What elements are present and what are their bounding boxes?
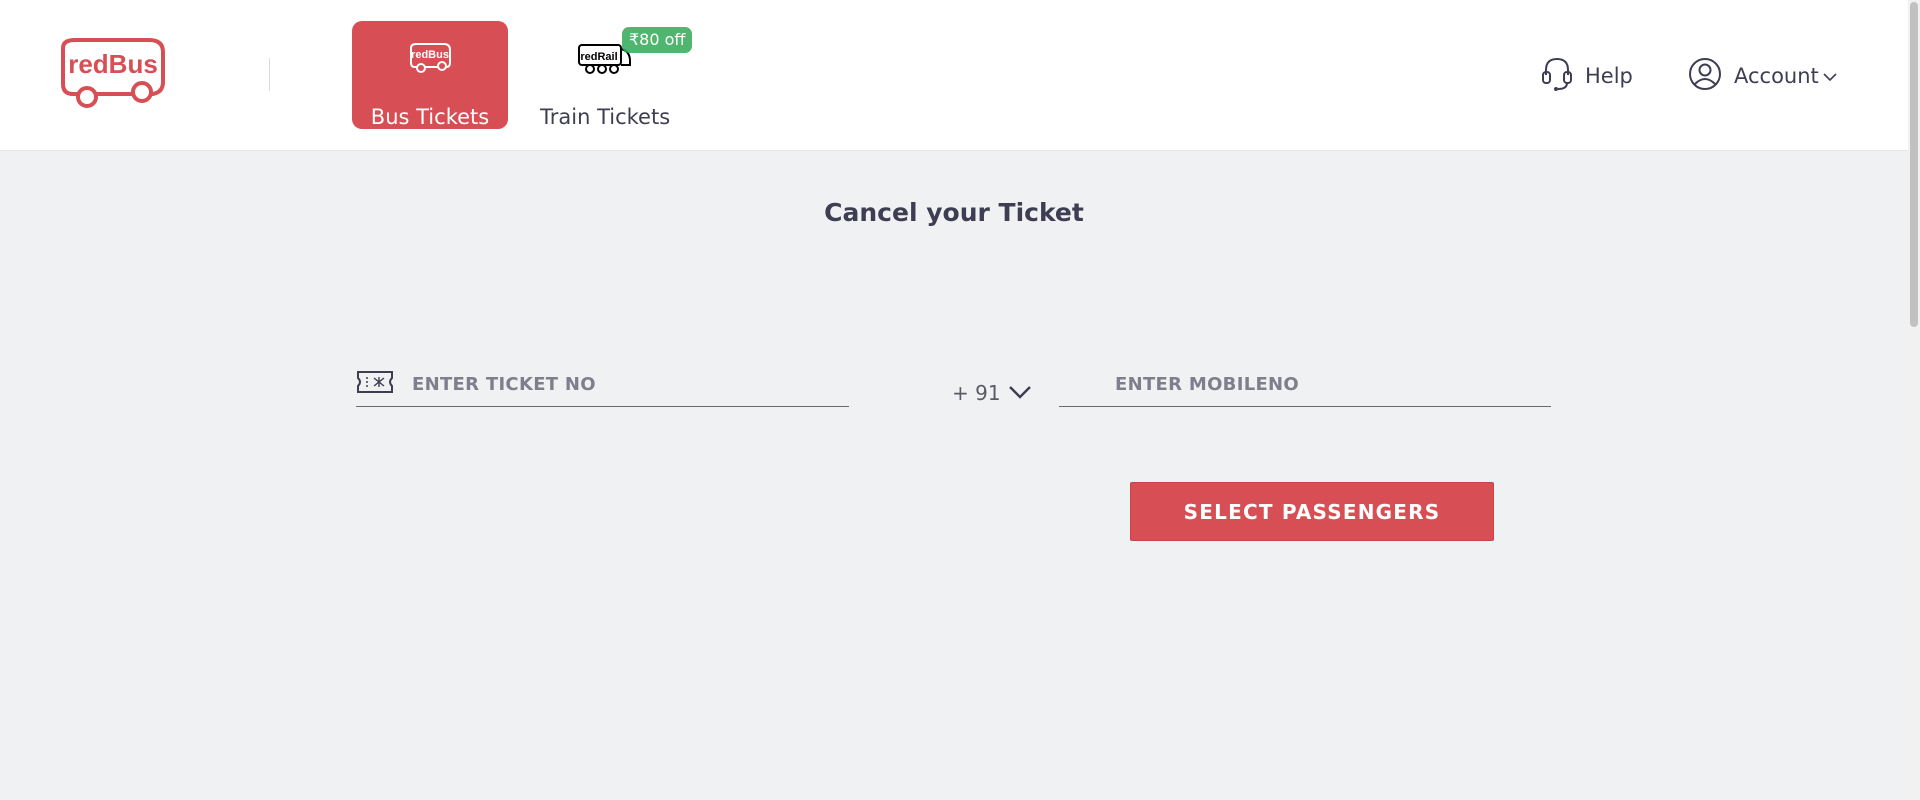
scrollbar-thumb[interactable] [1910, 2, 1918, 327]
ticket-number-field[interactable] [356, 362, 849, 407]
user-icon [1688, 57, 1722, 95]
country-code-value: + 91 [952, 381, 1001, 405]
header-divider [269, 58, 270, 91]
tab-bus-tickets-label: Bus Tickets [370, 105, 490, 129]
country-code-select[interactable]: + 91 [952, 378, 1031, 408]
ticket-icon [356, 370, 394, 398]
account-menu[interactable]: Account [1688, 58, 1837, 94]
mobile-number-field[interactable] [1059, 362, 1551, 407]
tab-train-tickets-label: Train Tickets [540, 105, 671, 129]
logo-text: redBus [68, 49, 158, 79]
account-label: Account [1734, 64, 1819, 88]
svg-text:redRail: redRail [580, 51, 617, 63]
bus-icon: redBus [406, 41, 454, 79]
tab-bus-tickets[interactable]: redBus Bus Tickets [352, 21, 508, 129]
top-header: redBus redBus Bus Tickets redRail ₹80 of… [0, 0, 1908, 151]
chevron-down-icon [1823, 67, 1837, 86]
train-offer-badge: ₹80 off [622, 27, 693, 53]
tab-train-tickets[interactable]: redRail ₹80 off Train Tickets [530, 21, 700, 129]
help-link[interactable]: Help [1541, 56, 1633, 96]
page-title: Cancel your Ticket [824, 198, 1084, 227]
help-label: Help [1585, 64, 1633, 88]
chevron-down-icon [1008, 384, 1031, 403]
redbus-logo[interactable]: redBus [57, 36, 169, 112]
headset-icon [1541, 56, 1573, 96]
page-scrollbar[interactable] [1908, 0, 1920, 800]
mobile-number-input[interactable] [1113, 368, 1547, 400]
ticket-number-input[interactable] [410, 368, 844, 400]
select-passengers-button[interactable]: SELECT PASSENGERS [1130, 482, 1494, 541]
svg-text:redBus: redBus [411, 49, 449, 61]
